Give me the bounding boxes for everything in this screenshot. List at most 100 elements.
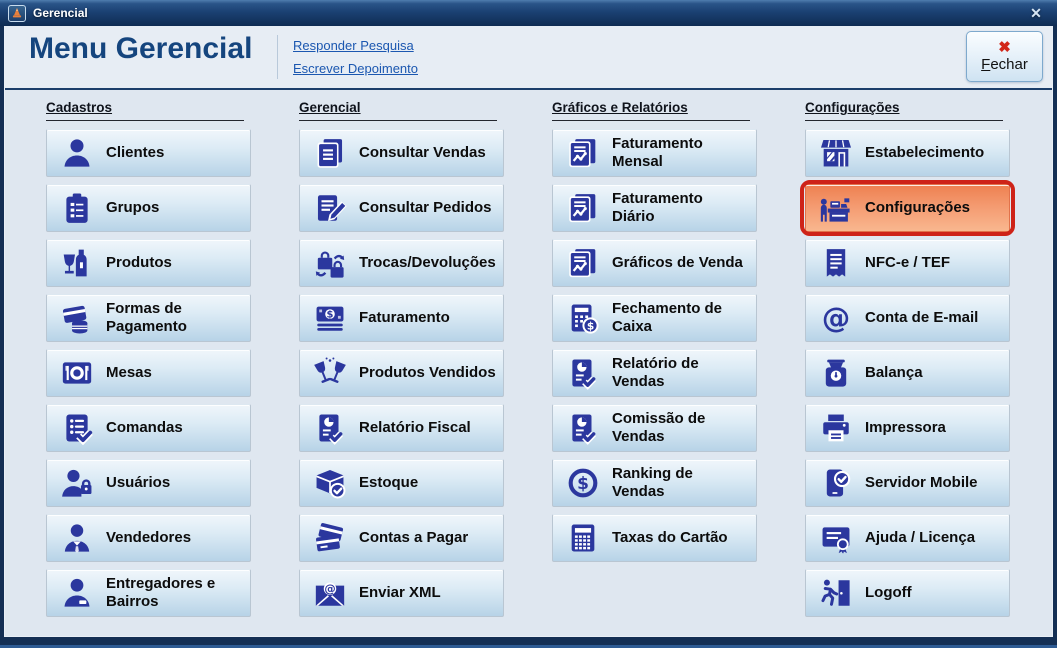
- link-escrever-depoimento[interactable]: Escrever Depoimento: [293, 61, 418, 76]
- menu-button-label: Conta de E-mail: [865, 309, 978, 327]
- menu-button-ranking-de-vendas[interactable]: Ranking de Vendas: [552, 459, 757, 507]
- clipboard-list-icon: [60, 191, 94, 225]
- menu-button-label: Entregadores e Bairros: [106, 575, 215, 611]
- menu-button-servidor-mobile[interactable]: Servidor Mobile: [805, 459, 1010, 507]
- menu-button-label: Fechamento de Caixa: [612, 300, 722, 336]
- fechar-button-label: Fechar: [981, 56, 1028, 74]
- page-title: Menu Gerencial: [29, 32, 252, 66]
- menu-button-conta-de-email[interactable]: Conta de E-mail: [805, 294, 1010, 342]
- weighing-scale-icon: [819, 356, 853, 390]
- menu-button-nfc-e-tef[interactable]: NFC-e / TEF: [805, 239, 1010, 287]
- menu-button-relatorio-de-vendas[interactable]: Relatório de Vendas: [552, 349, 757, 397]
- report-check-icon: [313, 411, 347, 445]
- menu-button-comandas[interactable]: Comandas: [46, 404, 251, 452]
- menu-button-produtos[interactable]: Produtos: [46, 239, 251, 287]
- document-pencil-icon: [313, 191, 347, 225]
- money-stack-icon: [313, 301, 347, 335]
- menu-button-label: Vendedores: [106, 529, 191, 547]
- menu-button-estabelecimento[interactable]: Estabelecimento: [805, 129, 1010, 177]
- menu-button-label: Logoff: [865, 584, 912, 602]
- menu-grid: Cadastros Clientes Grupos Produtos Forma…: [5, 90, 1052, 636]
- license-certificate-icon: [819, 521, 853, 555]
- menu-button-faturamento-diario[interactable]: Faturamento Diário: [552, 184, 757, 232]
- menu-button-label: Mesas: [106, 364, 152, 382]
- window-title: Gerencial: [33, 6, 88, 20]
- report-check-icon: [566, 356, 600, 390]
- window-close-icon[interactable]: ✕: [1023, 5, 1049, 22]
- window-body: Menu Gerencial Responder Pesquisa Escrev…: [5, 26, 1052, 636]
- menu-button-logoff[interactable]: Logoff: [805, 569, 1010, 617]
- menu-button-label: Clientes: [106, 144, 164, 162]
- red-x-icon: ✖: [998, 40, 1011, 56]
- menu-button-taxas-do-cartao[interactable]: Taxas do Cartão: [552, 514, 757, 562]
- column-cadastros: Cadastros Clientes Grupos Produtos Forma…: [46, 100, 251, 636]
- menu-button-label: Relatório Fiscal: [359, 419, 471, 437]
- menu-button-label: Taxas do Cartão: [612, 529, 728, 547]
- courier-icon: [60, 576, 94, 610]
- cashier-desk-icon: [819, 191, 853, 225]
- menu-button-label: Produtos: [106, 254, 172, 272]
- menu-button-label: Ajuda / Licença: [865, 529, 975, 547]
- menu-button-clientes[interactable]: Clientes: [46, 129, 251, 177]
- menu-button-vendedores[interactable]: Vendedores: [46, 514, 251, 562]
- menu-button-comissao-de-vendas[interactable]: Comissão de Vendas: [552, 404, 757, 452]
- menu-button-graficos-de-venda[interactable]: Gráficos de Venda: [552, 239, 757, 287]
- at-sign-icon: [819, 301, 853, 335]
- menu-button-usuarios[interactable]: Usuários: [46, 459, 251, 507]
- menu-button-fechamento-de-caixa[interactable]: Fechamento de Caixa: [552, 294, 757, 342]
- menu-button-label: Ranking de Vendas: [612, 465, 693, 501]
- exit-door-icon: [819, 576, 853, 610]
- menu-button-faturamento-mensal[interactable]: Faturamento Mensal: [552, 129, 757, 177]
- menu-button-trocas-devolucoes[interactable]: Trocas/Devoluções: [299, 239, 504, 287]
- menu-button-label: Impressora: [865, 419, 946, 437]
- menu-button-label: Estoque: [359, 474, 418, 492]
- link-responder-pesquisa[interactable]: Responder Pesquisa: [293, 38, 418, 53]
- envelope-at-icon: [313, 576, 347, 610]
- menu-button-grupos[interactable]: Grupos: [46, 184, 251, 232]
- group-header-gerencial: Gerencial: [299, 100, 497, 121]
- app-icon: [8, 5, 26, 22]
- menu-button-contas-a-pagar[interactable]: Contas a Pagar: [299, 514, 504, 562]
- menu-button-estoque[interactable]: Estoque: [299, 459, 504, 507]
- column-gerencial: Gerencial Consultar Vendas Consultar Ped…: [299, 100, 504, 636]
- report-check-icon: [566, 411, 600, 445]
- menu-button-enviar-xml[interactable]: Enviar XML: [299, 569, 504, 617]
- menu-button-mesas[interactable]: Mesas: [46, 349, 251, 397]
- menu-button-label: Faturamento Mensal: [612, 135, 703, 171]
- menu-button-formas-de-pagamento[interactable]: Formas de Pagamento: [46, 294, 251, 342]
- menu-button-label: Consultar Vendas: [359, 144, 486, 162]
- menu-button-faturamento[interactable]: Faturamento: [299, 294, 504, 342]
- menu-button-label: Grupos: [106, 199, 159, 217]
- calculator-icon: [566, 521, 600, 555]
- storefront-icon: [819, 136, 853, 170]
- menu-button-label: Faturamento: [359, 309, 450, 327]
- person-icon: [60, 136, 94, 170]
- column-graficos-e-relatorios: Gráficos e Relatórios Faturamento Mensal…: [552, 100, 757, 636]
- menu-button-ajuda-licenca[interactable]: Ajuda / Licença: [805, 514, 1010, 562]
- menu-button-balanca[interactable]: Balança: [805, 349, 1010, 397]
- menu-button-produtos-vendidos[interactable]: Produtos Vendidos: [299, 349, 504, 397]
- checklist-icon: [60, 411, 94, 445]
- menu-button-label: Faturamento Diário: [612, 190, 703, 226]
- group-header-graficos-e-relatorios: Gráficos e Relatórios: [552, 100, 750, 121]
- menu-button-impressora[interactable]: Impressora: [805, 404, 1010, 452]
- phone-check-icon: [819, 466, 853, 500]
- menu-button-consultar-vendas[interactable]: Consultar Vendas: [299, 129, 504, 177]
- menu-button-label: Consultar Pedidos: [359, 199, 492, 217]
- fechar-button[interactable]: ✖ Fechar: [966, 31, 1043, 82]
- calculator-dollar-icon: [566, 301, 600, 335]
- menu-button-relatorio-fiscal[interactable]: Relatório Fiscal: [299, 404, 504, 452]
- wine-bottle-glass-icon: [60, 246, 94, 280]
- menu-button-label: Servidor Mobile: [865, 474, 978, 492]
- menu-button-label: Balança: [865, 364, 923, 382]
- receipt-icon: [819, 246, 853, 280]
- group-header-configuracoes: Configurações: [805, 100, 1003, 121]
- box-check-icon: [313, 466, 347, 500]
- menu-button-entregadores-e-bairros[interactable]: Entregadores e Bairros: [46, 569, 251, 617]
- dinner-plate-icon: [60, 356, 94, 390]
- printer-icon: [819, 411, 853, 445]
- menu-button-consultar-pedidos[interactable]: Consultar Pedidos: [299, 184, 504, 232]
- menu-button-label: Comandas: [106, 419, 183, 437]
- menu-button-configuracoes-highlighted[interactable]: Configurações: [805, 184, 1010, 232]
- menu-button-label: Estabelecimento: [865, 144, 984, 162]
